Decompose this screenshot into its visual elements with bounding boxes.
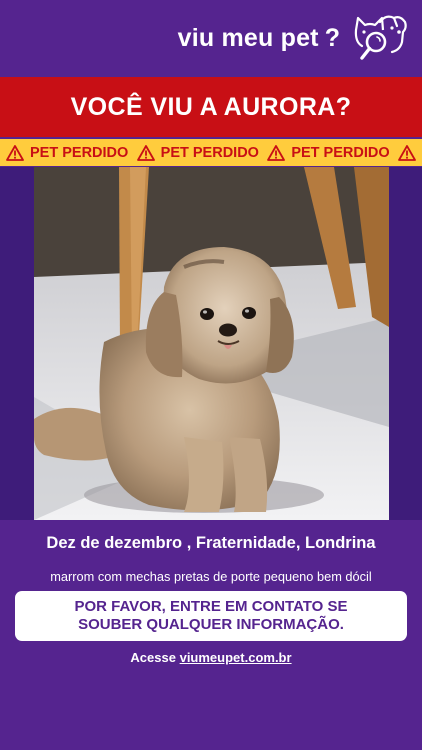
headline-banner: VOCÊ VIU A AURORA?: [0, 77, 422, 137]
dog-cat-magnifier-icon: [354, 15, 407, 60]
warning-icon: [398, 144, 416, 161]
dog-photo: [34, 167, 389, 520]
pet-description: marrom com mechas pretas de porte pequen…: [50, 569, 372, 584]
contact-callout-text: POR FAVOR, ENTRE EM CONTATO SE SOUBER QU…: [74, 598, 348, 633]
warning-icon: [267, 144, 286, 161]
headline-title: VOCÊ VIU A AURORA?: [70, 92, 352, 121]
website-link[interactable]: viumeupet.com.br: [180, 650, 292, 665]
footer-prefix: Acesse: [130, 650, 176, 665]
footer-access: Acesse viumeupet.com.br: [0, 650, 422, 665]
warning-item: PET PERDIDO: [6, 145, 128, 161]
warning-icon: [6, 144, 24, 161]
lost-pet-warning-strip: PET PERDIDO PET PERDIDO PET PERDIDO: [0, 139, 422, 166]
contact-callout: POR FAVOR, ENTRE EM CONTATO SE SOUBER QU…: [15, 591, 407, 641]
warning-label: PET PERDIDO: [30, 144, 129, 161]
brand[interactable]: viu meu pet ?: [178, 12, 408, 64]
location-text: Dez de dezembro , Fraternidade, Londrina: [46, 534, 376, 552]
warning-item: PET PERDIDO: [267, 144, 390, 161]
header: viu meu pet ?: [0, 0, 422, 76]
warning-label: PET PERDIDO: [291, 144, 390, 161]
warning-item: PET PERDIDO: [136, 144, 259, 161]
brand-question-mark: ?: [324, 23, 340, 52]
brand-name: viu meu pet: [177, 23, 319, 52]
warning-label: PET PERDIDO: [160, 144, 259, 161]
warning-icon: [136, 144, 155, 161]
